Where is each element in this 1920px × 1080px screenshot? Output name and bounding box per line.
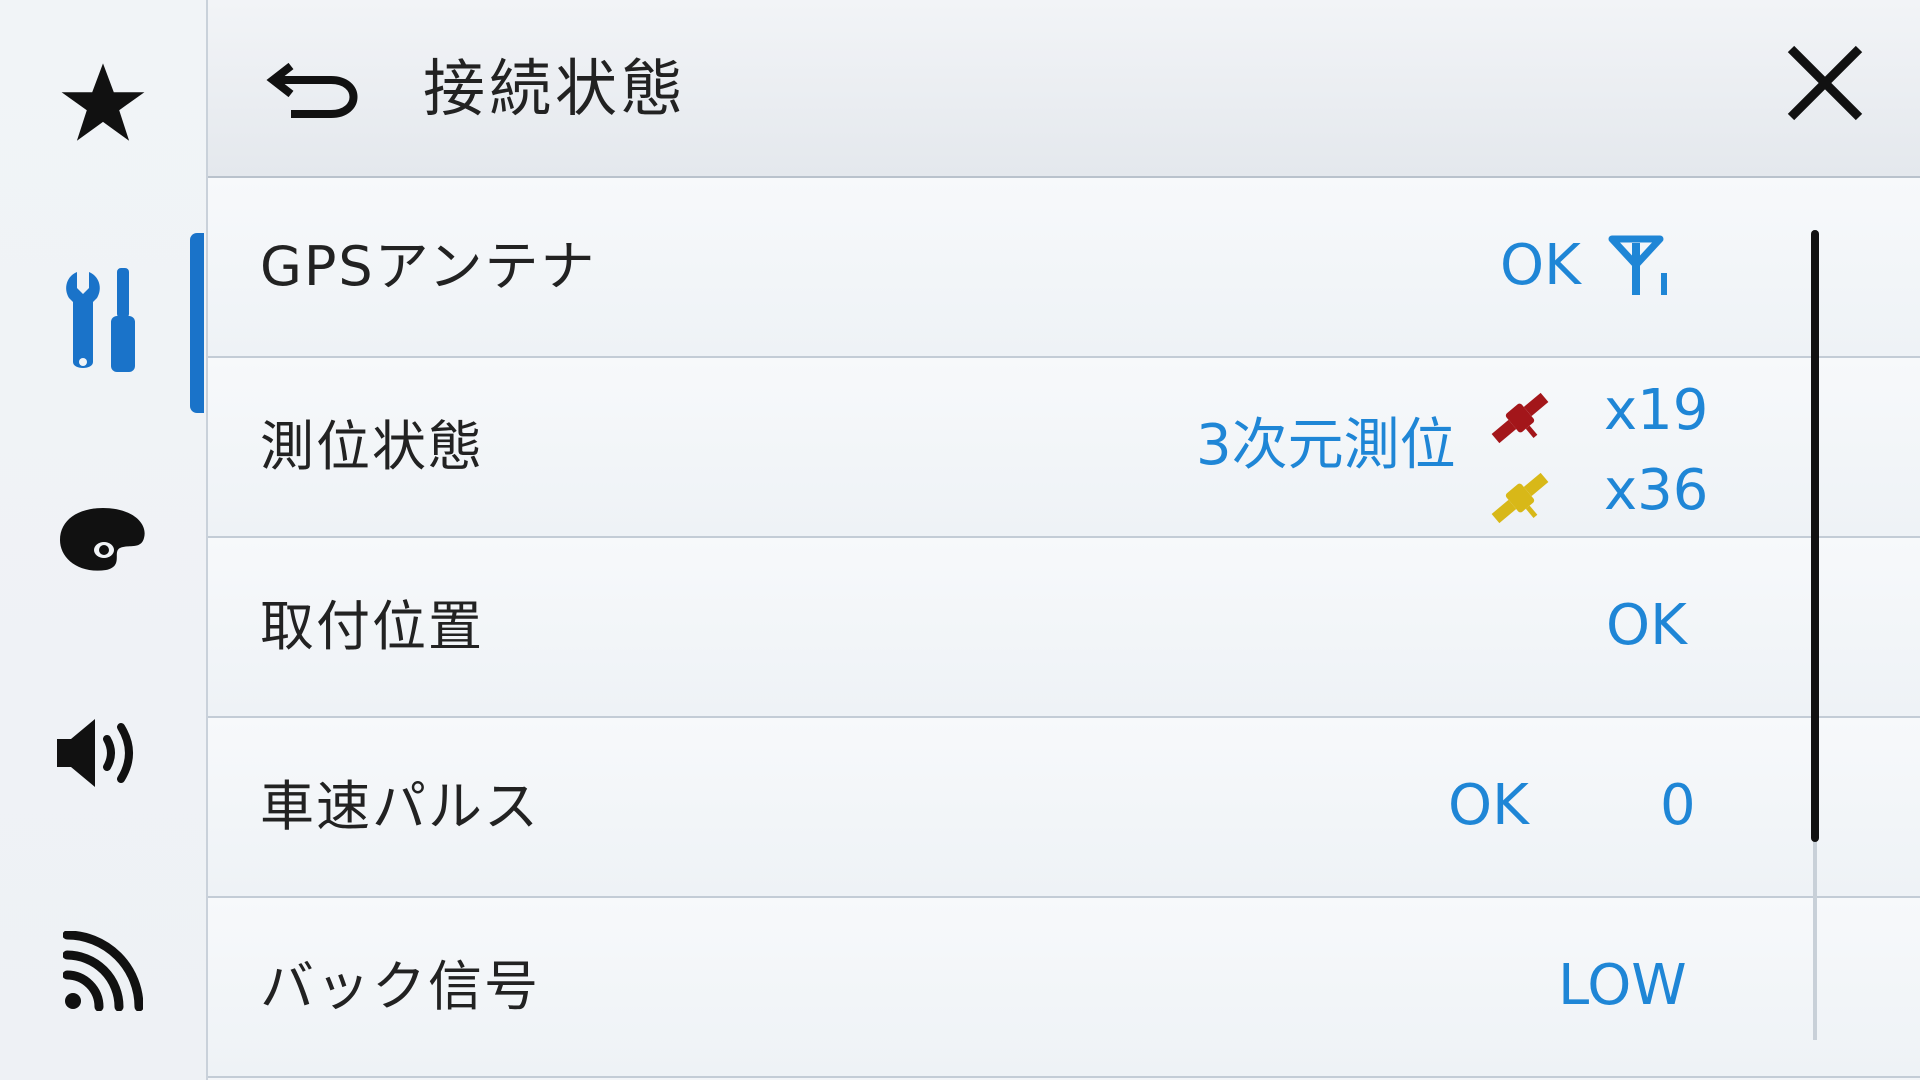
- speaker-icon: [55, 713, 151, 797]
- mounting-status: OK: [1606, 593, 1687, 658]
- header-bar: 接続状態: [208, 0, 1920, 178]
- row-label: バック信号: [260, 955, 540, 1018]
- sidebar-item-settings[interactable]: [0, 248, 206, 398]
- satellite-red-count: x19: [1604, 378, 1709, 443]
- list-item-positioning-state[interactable]: 測位状態 3次元測位 x19 x36: [208, 358, 1920, 538]
- sidebar-item-theme[interactable]: [0, 466, 206, 616]
- speed-pulse-status: OK: [1448, 773, 1529, 838]
- sidebar: [0, 0, 208, 1080]
- satellite-red-icon: [1486, 384, 1554, 456]
- star-icon: [58, 58, 148, 152]
- satellite-yellow-icon: [1486, 464, 1554, 536]
- row-label: GPSアンテナ: [260, 235, 597, 298]
- status-list: GPSアンテナ OK 測位状態 3次元測位 x19 x36 取付位置 OK 車速…: [208, 178, 1920, 1080]
- satellite-yellow-count: x36: [1604, 458, 1709, 523]
- row-label: 測位状態: [260, 415, 484, 478]
- back-arrow-icon: [265, 56, 361, 124]
- sidebar-item-audio[interactable]: [0, 680, 206, 830]
- row-label: 車速パルス: [260, 775, 540, 838]
- speed-pulse-value: 0: [1660, 773, 1696, 838]
- gps-antenna-status: OK: [1500, 233, 1581, 298]
- wireless-icon: [62, 930, 144, 1015]
- antenna-icon: [1608, 233, 1672, 303]
- sidebar-item-favorites[interactable]: [0, 30, 206, 180]
- list-item-back-signal[interactable]: バック信号 LOW: [208, 898, 1920, 1078]
- close-icon: [1785, 43, 1865, 127]
- list-item-gps-antenna[interactable]: GPSアンテナ OK: [208, 178, 1920, 358]
- back-button[interactable]: [258, 40, 368, 140]
- tools-icon: [63, 266, 143, 380]
- close-button[interactable]: [1770, 30, 1880, 140]
- sidebar-item-connectivity[interactable]: [0, 898, 206, 1048]
- connection-status-screen: 接続状態 GPSアンテナ OK 測位状態 3次元測位 x19 x36 取付位置 …: [0, 0, 1920, 1080]
- palette-icon: [58, 506, 148, 576]
- row-label: 取付位置: [260, 595, 484, 658]
- positioning-status: 3次元測位: [1196, 413, 1456, 478]
- page-title: 接続状態: [423, 52, 688, 125]
- list-item-mounting-position[interactable]: 取付位置 OK: [208, 538, 1920, 718]
- scrollbar-thumb[interactable]: [1811, 230, 1819, 842]
- list-item-speed-pulse[interactable]: 車速パルス OK 0: [208, 718, 1920, 898]
- back-signal-status: LOW: [1558, 953, 1687, 1018]
